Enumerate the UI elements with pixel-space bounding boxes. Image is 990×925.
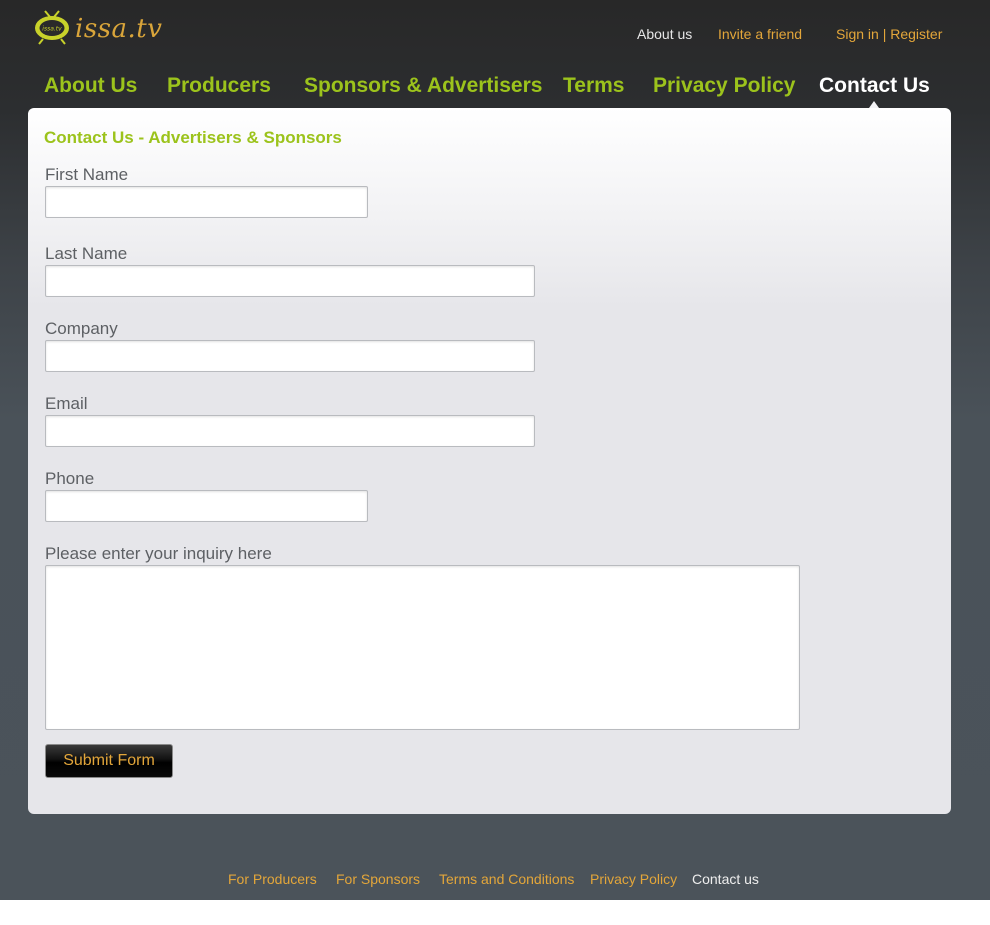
tv-logo-icon: issa.tv — [35, 10, 69, 45]
nav-contact-us[interactable]: Contact Us — [819, 74, 930, 98]
nav-privacy-policy[interactable]: Privacy Policy — [653, 74, 795, 98]
contact-form-panel: Contact Us - Advertisers & Sponsors Firs… — [28, 108, 951, 814]
phone-input[interactable] — [45, 490, 368, 522]
nav-about-us[interactable]: About Us — [44, 74, 137, 98]
first-name-input[interactable] — [45, 186, 368, 218]
email-input[interactable] — [45, 415, 535, 447]
company-label: Company — [45, 319, 118, 338]
footer-link-for-sponsors[interactable]: For Sponsors — [336, 871, 420, 887]
nav-terms[interactable]: Terms — [563, 74, 624, 98]
logo-text: issa.tv — [75, 14, 163, 44]
nav-sponsors-advertisers[interactable]: Sponsors & Advertisers — [304, 74, 542, 98]
auth-separator: | — [878, 26, 891, 42]
page-background: issa.tv issa.tv About us Invite a friend… — [0, 0, 990, 900]
submit-form-button[interactable]: Submit Form — [45, 744, 173, 778]
top-link-register[interactable]: Register — [890, 26, 942, 42]
last-name-label: Last Name — [45, 244, 128, 263]
page-title: Contact Us - Advertisers & Sponsors — [44, 128, 342, 147]
nav-producers[interactable]: Producers — [167, 74, 271, 98]
footer-link-for-producers[interactable]: For Producers — [228, 871, 317, 887]
first-name-label: First Name — [45, 165, 129, 184]
logo-badge-text: issa.tv — [42, 26, 62, 33]
active-nav-caret-icon — [869, 101, 879, 108]
footer-link-privacy-policy[interactable]: Privacy Policy — [590, 871, 677, 887]
top-link-sign-in[interactable]: Sign in — [836, 26, 879, 42]
inquiry-textarea[interactable] — [45, 565, 800, 730]
company-input[interactable] — [45, 340, 535, 372]
email-label: Email — [45, 394, 88, 413]
top-link-about-us[interactable]: About us — [637, 26, 692, 42]
top-auth-links: Sign in | Register — [836, 26, 942, 42]
last-name-input[interactable] — [45, 265, 535, 297]
top-link-invite-friend[interactable]: Invite a friend — [718, 26, 802, 42]
phone-label: Phone — [45, 469, 95, 488]
inquiry-label: Please enter your inquiry here — [45, 544, 272, 563]
footer-link-contact-us[interactable]: Contact us — [692, 871, 759, 887]
footer-link-terms-conditions[interactable]: Terms and Conditions — [439, 871, 574, 887]
